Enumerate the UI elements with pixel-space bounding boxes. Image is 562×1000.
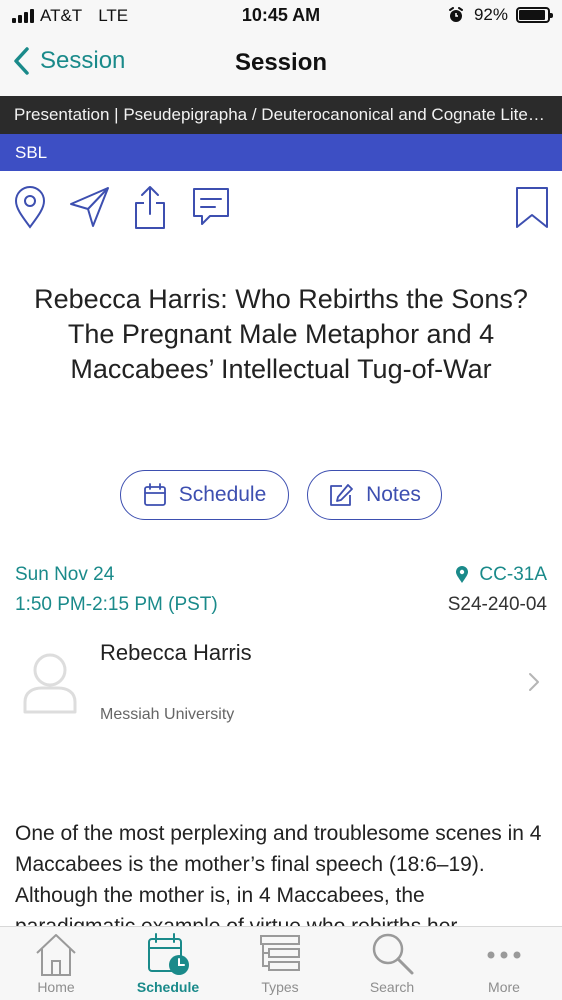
back-button[interactable]: Session	[12, 46, 125, 76]
session-date: Sun Nov 24	[15, 564, 115, 585]
speaker-affiliation: Messiah University	[100, 706, 235, 723]
battery-fill	[519, 10, 545, 20]
session-when: Sun Nov 24 1:50 PM-2:15 PM (PST)	[15, 560, 218, 620]
speaker-name: Rebecca Harris	[100, 640, 252, 665]
tab-search[interactable]: Search	[336, 931, 448, 1000]
battery-icon	[516, 7, 553, 23]
tab-schedule-label: Schedule	[136, 979, 200, 995]
map-pin-icon[interactable]	[12, 184, 48, 230]
action-row	[0, 184, 562, 234]
session-title: Rebecca Harris: Who Rebirths the Sons? T…	[34, 284, 528, 384]
chevron-right-icon	[529, 673, 539, 691]
tab-schedule[interactable]: Schedule	[112, 931, 224, 1000]
session-code: S24-240-04	[447, 594, 547, 615]
navigation-arrow-icon[interactable]	[68, 184, 112, 230]
calendar-icon	[143, 483, 166, 506]
ellipsis-icon	[487, 951, 521, 959]
tab-home-label: Home	[37, 979, 75, 995]
notes-button[interactable]: Notes	[307, 470, 442, 520]
edit-note-icon	[330, 484, 353, 506]
schedule-button[interactable]: Schedule	[120, 470, 289, 520]
notes-button-label: Notes	[366, 483, 421, 506]
track-bar: Presentation | Pseudepigrapha / Deuteroc…	[0, 96, 562, 134]
battery-percent: 92%	[473, 5, 508, 24]
share-icon[interactable]	[132, 184, 168, 230]
home-icon	[36, 934, 76, 976]
speaker-row[interactable]: Rebecca Harris Messiah University	[0, 636, 562, 736]
session-where: CC-31A S24-240-04	[448, 560, 547, 620]
calendar-clock-icon	[148, 933, 189, 975]
tab-bar: Home Schedule Types Search More	[0, 926, 562, 1000]
tab-types-label: Types	[261, 979, 299, 995]
comment-icon[interactable]	[190, 184, 232, 230]
room-label: CC-31A	[479, 564, 547, 585]
location-pin-icon	[456, 566, 469, 583]
search-icon	[372, 933, 414, 975]
nav-bar: Session Session	[0, 32, 562, 96]
status-right: 92%	[448, 5, 553, 25]
back-button-label: Session	[40, 47, 126, 74]
status-bar: AT&T LTE 10:45 AM 92%	[0, 0, 562, 32]
list-icon	[260, 935, 300, 971]
alarm-icon	[448, 7, 463, 22]
session-abstract: One of the most perplexing and troubleso…	[15, 822, 542, 926]
tab-home[interactable]: Home	[0, 931, 112, 1000]
session-room[interactable]: CC-31A	[448, 560, 547, 590]
tab-search-label: Search	[369, 979, 415, 995]
schedule-button-label: Schedule	[178, 483, 267, 506]
avatar-placeholder-icon	[23, 653, 77, 714]
tab-types[interactable]: Types	[224, 931, 336, 1000]
tab-more[interactable]: More	[448, 931, 560, 1000]
bookmark-icon[interactable]	[514, 184, 550, 230]
chevron-left-icon	[14, 47, 29, 75]
organization-bar: SBL	[0, 134, 562, 171]
session-time: 1:50 PM-2:15 PM (PST)	[15, 594, 218, 615]
tab-more-label: More	[488, 979, 520, 995]
action-buttons: Schedule Notes	[0, 470, 562, 520]
